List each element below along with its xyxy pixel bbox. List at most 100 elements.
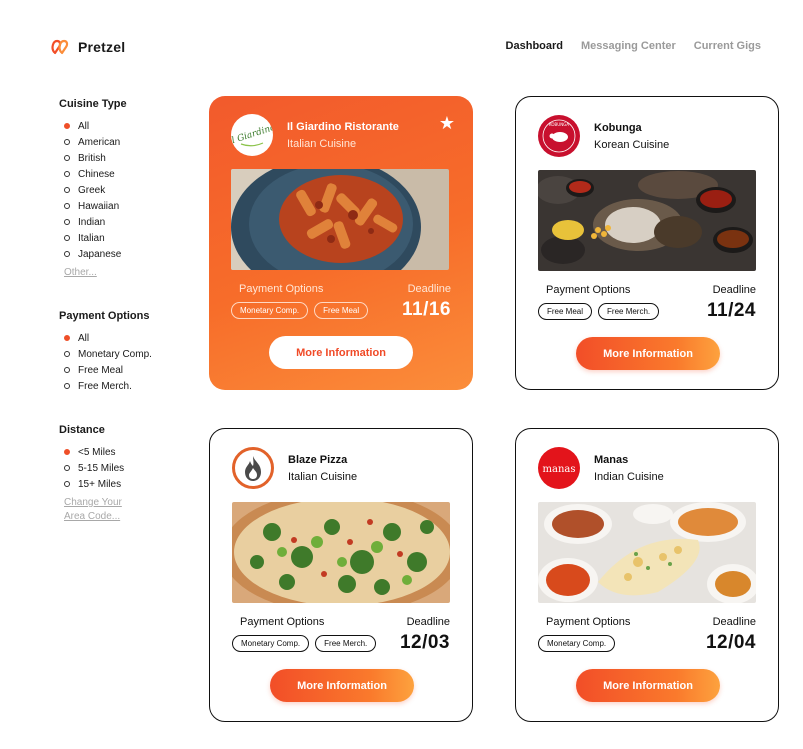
option-label: <5 Miles: [78, 446, 116, 458]
payment-tag: Monetary Comp.: [232, 635, 310, 652]
top-nav: Dashboard Messaging Center Current Gigs: [506, 40, 761, 52]
cuisine-other-link[interactable]: Other...: [59, 266, 179, 280]
option-label: Japanese: [78, 248, 122, 260]
option-label: Free Merch.: [78, 380, 132, 392]
pretzel-logo-icon: [51, 39, 69, 55]
radio-icon[interactable]: [64, 155, 70, 161]
restaurant-name: Manas: [594, 453, 629, 466]
payment-tags: Monetary Comp. Free Merch.: [232, 635, 377, 652]
restaurant-logo: manas: [538, 447, 580, 489]
deadline-label: Deadline: [407, 283, 451, 295]
option-label: Monetary Comp.: [78, 348, 152, 360]
option-label: Italian: [78, 232, 105, 244]
cuisine-filter-title: Cuisine Type: [59, 98, 127, 110]
pasta-image: [231, 169, 449, 270]
indian-food-photo: [538, 502, 756, 603]
option-label: Hawaiian: [78, 200, 120, 212]
pizza-photo: [232, 502, 450, 603]
cuisine-option-chinese[interactable]: Chinese: [59, 166, 179, 182]
flame-icon: [245, 456, 261, 481]
radio-icon[interactable]: [64, 383, 70, 389]
radio-icon[interactable]: [64, 203, 70, 209]
distance-option-15-plus[interactable]: 15+ Miles: [59, 476, 179, 492]
payment-tag: Monetary Comp.: [538, 635, 616, 652]
more-information-button[interactable]: More Information: [576, 337, 720, 370]
payment-tags: Free Meal Free Merch.: [538, 303, 660, 320]
option-label: 15+ Miles: [78, 478, 122, 490]
more-information-button[interactable]: More Information: [270, 669, 414, 702]
indian-food-image: [538, 502, 756, 603]
radio-icon[interactable]: [64, 235, 70, 241]
star-icon[interactable]: ★: [439, 114, 455, 132]
payment-filter-title: Payment Options: [59, 310, 150, 322]
gig-card-blaze-pizza[interactable]: Blaze Pizza Italian Cuisine Payment Opti…: [209, 428, 473, 722]
cuisine-option-all[interactable]: All: [59, 118, 179, 134]
payment-tag: Free Meal: [538, 303, 593, 320]
app-name: Pretzel: [78, 39, 126, 55]
radio-selected-icon[interactable]: [64, 449, 70, 455]
option-label: 5-15 Miles: [78, 462, 125, 474]
option-label: Chinese: [78, 168, 115, 180]
payment-options-label: Payment Options: [239, 283, 324, 295]
radio-icon[interactable]: [64, 219, 70, 225]
radio-selected-icon[interactable]: [64, 123, 70, 129]
payment-tag: Free Meal: [314, 302, 369, 319]
option-label: All: [78, 120, 90, 132]
payment-tag: Free Merch.: [315, 635, 377, 652]
radio-selected-icon[interactable]: [64, 335, 70, 341]
kobunga-logo-icon: KOBUNGA: [539, 116, 579, 156]
radio-icon[interactable]: [64, 465, 70, 471]
gig-card-kobunga[interactable]: KOBUNGA Kobunga Korean Cuisine Payment O…: [515, 96, 779, 390]
radio-icon[interactable]: [64, 251, 70, 257]
restaurant-cuisine: Korean Cuisine: [594, 138, 670, 151]
radio-icon[interactable]: [64, 139, 70, 145]
payment-options-label: Payment Options: [546, 284, 631, 296]
payment-option-all[interactable]: All: [59, 330, 179, 346]
restaurant-name: Blaze Pizza: [288, 453, 348, 466]
cuisine-filter: Cuisine Type All American British Chines…: [59, 98, 179, 280]
restaurant-logo: Il Giardino: [231, 114, 273, 156]
radio-icon[interactable]: [64, 187, 70, 193]
svg-text:manas: manas: [543, 464, 576, 475]
restaurant-logo: KOBUNGA: [538, 115, 580, 157]
radio-icon[interactable]: [64, 367, 70, 373]
radio-icon[interactable]: [64, 481, 70, 487]
il-giardino-logo-icon: Il Giardino: [231, 115, 273, 155]
cuisine-option-hawaiian[interactable]: Hawaiian: [59, 198, 179, 214]
payment-option-monetary[interactable]: Monetary Comp.: [59, 346, 179, 362]
payment-option-free-meal[interactable]: Free Meal: [59, 362, 179, 378]
more-information-button[interactable]: More Information: [576, 669, 720, 702]
payment-options-label: Payment Options: [240, 616, 325, 628]
change-area-code-link[interactable]: Change Your Area Code...: [59, 496, 134, 524]
svg-text:KOBUNGA: KOBUNGA: [549, 122, 569, 127]
korean-bbq-photo: [538, 170, 756, 271]
manas-logo-icon: manas: [539, 448, 579, 488]
nav-current-gigs[interactable]: Current Gigs: [694, 40, 761, 52]
cuisine-option-british[interactable]: British: [59, 150, 179, 166]
app-logo[interactable]: Pretzel: [50, 38, 125, 56]
payment-tags: Monetary Comp.: [538, 635, 616, 652]
nav-messaging-center[interactable]: Messaging Center: [581, 40, 676, 52]
nav-dashboard[interactable]: Dashboard: [506, 40, 563, 52]
distance-option-5-15[interactable]: 5-15 Miles: [59, 460, 179, 476]
option-label: Greek: [78, 184, 106, 196]
payment-tag: Free Merch.: [598, 303, 660, 320]
payment-option-free-merch[interactable]: Free Merch.: [59, 378, 179, 394]
radio-icon[interactable]: [64, 171, 70, 177]
cuisine-option-japanese[interactable]: Japanese: [59, 246, 179, 262]
gig-card-manas[interactable]: manas Manas Indian Cuisine Payment Optio…: [515, 428, 779, 722]
deadline-label: Deadline: [712, 616, 756, 628]
payment-tag: Monetary Comp.: [231, 302, 309, 319]
distance-option-under-5[interactable]: <5 Miles: [59, 444, 179, 460]
cuisine-option-indian[interactable]: Indian: [59, 214, 179, 230]
payment-filter: Payment Options All Monetary Comp. Free …: [59, 310, 179, 394]
restaurant-name: Il Giardino Ristorante: [287, 120, 399, 133]
more-information-button[interactable]: More Information: [269, 336, 413, 369]
cuisine-option-american[interactable]: American: [59, 134, 179, 150]
korean-food-image: [538, 170, 756, 271]
cuisine-option-italian[interactable]: Italian: [59, 230, 179, 246]
gig-card-il-giardino[interactable]: Il Giardino Il Giardino Ristorante Itali…: [209, 96, 473, 390]
filter-sidebar: Cuisine Type All American British Chines…: [59, 98, 179, 524]
radio-icon[interactable]: [64, 351, 70, 357]
cuisine-option-greek[interactable]: Greek: [59, 182, 179, 198]
